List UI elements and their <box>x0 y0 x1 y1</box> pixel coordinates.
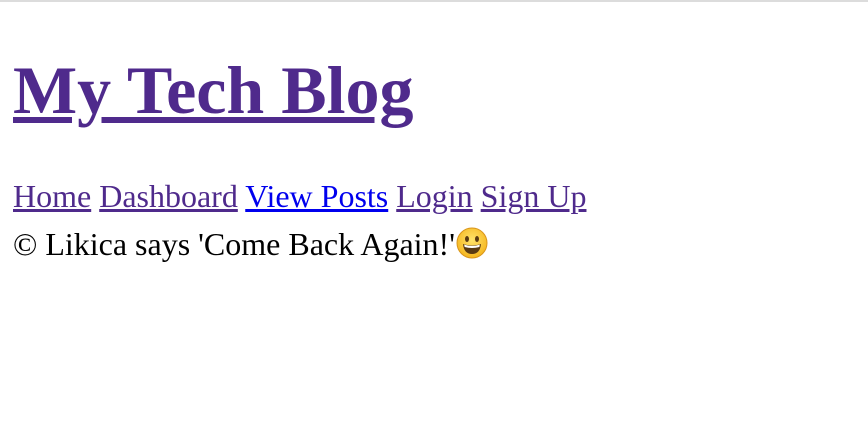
site-footer: © Likica says 'Come Back Again!' <box>13 224 488 264</box>
nav-link-home[interactable]: Home <box>13 178 91 214</box>
nav-link-dashboard[interactable]: Dashboard <box>99 178 238 214</box>
site-title: My Tech Blog <box>13 50 414 130</box>
main-nav: Home Dashboard View Posts Login Sign Up <box>13 176 586 216</box>
window-top-border <box>0 0 868 2</box>
grinning-face-icon <box>456 227 488 259</box>
nav-link-login[interactable]: Login <box>396 178 472 214</box>
nav-link-sign-up[interactable]: Sign Up <box>481 178 587 214</box>
site-title-link[interactable]: My Tech Blog <box>13 52 414 128</box>
nav-link-view-posts[interactable]: View Posts <box>245 178 388 214</box>
footer-text: © Likica says 'Come Back Again!' <box>13 226 455 262</box>
